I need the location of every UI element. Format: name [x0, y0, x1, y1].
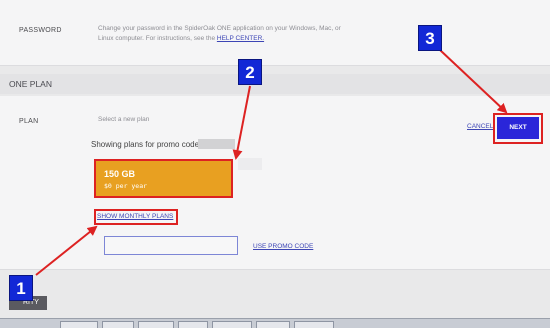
taskbar-item[interactable]: [256, 321, 290, 328]
next-button[interactable]: NEXT: [497, 117, 539, 139]
select-plan-prompt: Select a new plan: [98, 116, 150, 123]
promo-code-input[interactable]: [104, 236, 238, 255]
taskbar-item[interactable]: [212, 321, 252, 328]
plan-card-150gb[interactable]: 150 GB $0 per year: [94, 159, 233, 198]
taskbar-item[interactable]: [294, 321, 334, 328]
taskbar-item[interactable]: [138, 321, 174, 328]
plan-price: $0 per year: [104, 182, 148, 190]
plan-label: PLAN: [19, 118, 39, 125]
taskbar-item[interactable]: [60, 321, 98, 328]
password-section: PASSWORD Change your password in the Spi…: [0, 0, 550, 66]
plan-size: 150 GB: [104, 169, 136, 179]
annotation-badge-1: 1: [9, 275, 33, 301]
help-center-link[interactable]: HELP CENTER.: [217, 35, 264, 42]
promo-code-text: Showing plans for promo code:: [91, 140, 202, 149]
one-plan-title: ONE PLAN: [9, 79, 52, 89]
one-plan-header: ONE PLAN: [0, 74, 550, 94]
taskbar-item[interactable]: [178, 321, 208, 328]
password-help-text-2: Linux computer. For instructions, see th…: [98, 35, 265, 42]
redacted-promo-code: [198, 139, 235, 149]
redacted-area: [238, 158, 262, 170]
cancel-link[interactable]: CANCEL: [467, 123, 493, 130]
taskbar: [0, 318, 550, 328]
taskbar-item[interactable]: [102, 321, 134, 328]
annotation-badge-2: 2: [238, 59, 262, 85]
show-monthly-plans-link[interactable]: SHOW MONTHLY PLANS: [97, 213, 173, 220]
use-promo-code-link[interactable]: USE PROMO CODE: [253, 243, 313, 250]
password-help-text: Change your password in the SpiderOak ON…: [98, 25, 341, 32]
password-label: PASSWORD: [19, 27, 62, 34]
annotation-badge-3: 3: [418, 25, 442, 51]
